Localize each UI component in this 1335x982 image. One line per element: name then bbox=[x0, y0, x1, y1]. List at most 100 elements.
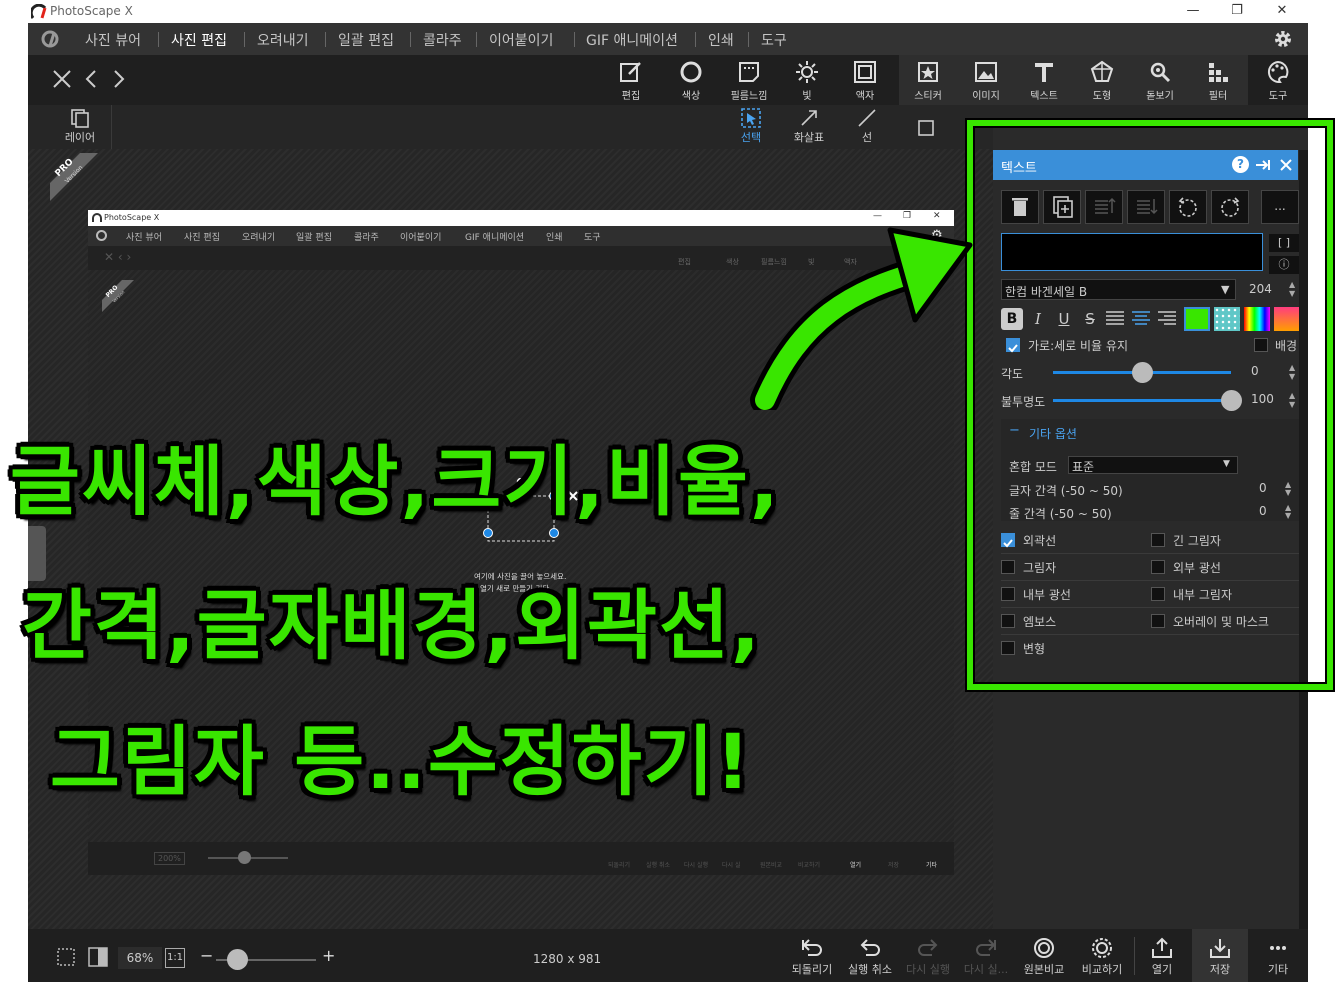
close-photo-icon[interactable] bbox=[52, 69, 72, 89]
save-button[interactable]: 저장 bbox=[1192, 937, 1248, 977]
compare-view-icon[interactable] bbox=[87, 946, 109, 968]
tool-edit-label: 편집 bbox=[621, 91, 641, 102]
tool-magnifier[interactable]: 돋보기 bbox=[1135, 58, 1185, 104]
more-button[interactable]: 기타 bbox=[1250, 937, 1306, 977]
inner-logo-icon bbox=[92, 213, 102, 222]
menu-collage[interactable]: 콜라주 bbox=[423, 30, 462, 50]
revert-icon bbox=[802, 939, 822, 956]
open-button[interactable]: 열기 bbox=[1134, 937, 1190, 977]
compare-button[interactable]: 비교하기 bbox=[1074, 937, 1130, 977]
tool-filter[interactable]: 필터 bbox=[1193, 58, 1243, 104]
tool-image[interactable]: 이미지 bbox=[961, 58, 1011, 104]
app-logo-icon bbox=[31, 4, 47, 19]
tool-sticker[interactable]: 스티커 bbox=[903, 58, 953, 104]
line-tool[interactable]: 선 bbox=[844, 107, 890, 145]
menu-photo-viewer[interactable]: 사진 뷰어 bbox=[85, 30, 141, 50]
redo-all-label: 다시 실... bbox=[963, 963, 1009, 976]
tool-bar: 편집 색상 필름느낌 빛 액자 스티커 이미지 텍스트 도형 돋보기 필터 도구 bbox=[28, 55, 1308, 105]
previous-icon[interactable] bbox=[84, 69, 98, 89]
menu-combine[interactable]: 이어붙이기 bbox=[489, 30, 553, 50]
next-icon[interactable] bbox=[112, 69, 126, 89]
tool-film-label: 필름느낌 bbox=[730, 91, 768, 102]
menu-print[interactable]: 인쇄 bbox=[708, 30, 734, 50]
redo-button[interactable]: 다시 실행 bbox=[900, 937, 956, 977]
film-icon bbox=[739, 62, 759, 82]
tool-film[interactable]: 필름느낌 bbox=[724, 58, 774, 104]
layer-button[interactable]: 레이어 bbox=[58, 107, 102, 145]
layer-icon bbox=[71, 109, 89, 128]
inner-title: PhotoScape X bbox=[104, 213, 160, 222]
menu-cut-out[interactable]: 오려내기 bbox=[257, 30, 309, 50]
zoom-slider-thumb[interactable] bbox=[227, 949, 248, 970]
inner-menu-item: 이어붙이기 bbox=[400, 233, 442, 243]
tool-tools[interactable]: 도구 bbox=[1253, 58, 1303, 104]
tool-magnifier-label: 돋보기 bbox=[1146, 91, 1174, 102]
image-icon bbox=[975, 62, 997, 82]
inner-zoom: 200% bbox=[154, 852, 185, 865]
undo-icon bbox=[860, 939, 880, 956]
menu-tools[interactable]: 도구 bbox=[761, 30, 787, 50]
title-bar: PhotoScape X — ❐ ✕ bbox=[0, 0, 1335, 23]
arrow-tool[interactable]: 화살표 bbox=[786, 107, 832, 145]
frame-icon bbox=[854, 61, 876, 83]
line-icon bbox=[858, 109, 876, 127]
tool-edit[interactable]: 편집 bbox=[606, 58, 656, 104]
close-window-button[interactable]: ✕ bbox=[1259, 0, 1305, 23]
tool-filter-label: 필터 bbox=[1208, 91, 1228, 102]
restore-button[interactable]: ❐ bbox=[1214, 0, 1260, 23]
undo-button[interactable]: 실행 취소 bbox=[842, 937, 898, 977]
actual-size-button[interactable]: 1:1 bbox=[165, 948, 185, 968]
color-icon bbox=[680, 61, 702, 83]
original-compare-button[interactable]: 원본비교 bbox=[1016, 937, 1072, 977]
tool-color[interactable]: 색상 bbox=[666, 58, 716, 104]
minimize-button[interactable]: — bbox=[1170, 0, 1216, 23]
rectangle-tool-icon[interactable] bbox=[917, 119, 935, 137]
magnifier-icon bbox=[1150, 62, 1171, 83]
inner-menu-item: GIF 애니메이션 bbox=[465, 233, 525, 243]
palette-icon bbox=[1268, 60, 1289, 84]
more-icon bbox=[1270, 946, 1286, 950]
inner-status-label: 저장 bbox=[888, 862, 900, 869]
zoom-level[interactable]: 68% bbox=[118, 947, 162, 969]
tool-text[interactable]: 텍스트 bbox=[1019, 58, 1069, 104]
inner-menu-item: 콜라주 bbox=[354, 233, 379, 243]
menu-gif[interactable]: GIF 애니메이션 bbox=[586, 30, 678, 50]
menu-photo-editor[interactable]: 사진 편집 bbox=[171, 30, 227, 50]
redo-all-button[interactable]: 다시 실... bbox=[958, 937, 1014, 977]
zoom-in-button[interactable]: + bbox=[322, 946, 335, 965]
inner-status-label: 기타 bbox=[926, 862, 938, 869]
inner-menu-item: 도구 bbox=[584, 233, 601, 243]
filter-icon bbox=[1209, 63, 1228, 82]
tool-shape[interactable]: 도형 bbox=[1077, 58, 1127, 104]
crop-grid-icon[interactable] bbox=[55, 946, 77, 968]
inner-menu-item: 사진 편집 bbox=[184, 233, 220, 243]
tool-frame[interactable]: 액자 bbox=[840, 58, 890, 104]
sun-icon bbox=[796, 61, 818, 83]
inner-tool-label: 색상 bbox=[726, 258, 739, 266]
tool-color-label: 색상 bbox=[681, 91, 701, 102]
home-logo-icon[interactable] bbox=[39, 29, 61, 49]
select-label: 선택 bbox=[740, 131, 762, 144]
share-icon bbox=[1152, 937, 1172, 958]
inner-status-label: 비교하기 bbox=[798, 862, 821, 869]
revert-button[interactable]: 되돌리기 bbox=[784, 937, 840, 977]
select-tool[interactable]: 선택 bbox=[728, 107, 774, 145]
redo-all-icon bbox=[976, 939, 996, 956]
inner-status-label: 열기 bbox=[850, 862, 862, 869]
tool-light[interactable]: 빛 bbox=[782, 58, 832, 104]
sticker-icon bbox=[918, 62, 938, 82]
inner-status-label: 다시 실행 bbox=[684, 862, 708, 869]
menu-bar: 사진 뷰어 사진 편집 오려내기 일괄 편집 콜라주 이어붙이기 GIF 애니메… bbox=[28, 23, 1308, 55]
edit-icon bbox=[620, 62, 641, 82]
redo-label: 다시 실행 bbox=[906, 963, 950, 976]
inner-status-label: 되돌리기 bbox=[608, 862, 631, 869]
text-icon bbox=[1035, 63, 1053, 82]
settings-gear-icon[interactable] bbox=[1272, 28, 1294, 50]
zoom-out-button[interactable]: − bbox=[200, 946, 213, 965]
revert-label: 되돌리기 bbox=[791, 963, 833, 976]
tool-frame-label: 액자 bbox=[855, 91, 875, 102]
tool-text-label: 텍스트 bbox=[1030, 91, 1058, 102]
overlay-text-line3: 그림자 등..수정하기! bbox=[50, 717, 753, 806]
line-label: 선 bbox=[861, 131, 873, 144]
menu-batch[interactable]: 일괄 편집 bbox=[338, 30, 394, 50]
